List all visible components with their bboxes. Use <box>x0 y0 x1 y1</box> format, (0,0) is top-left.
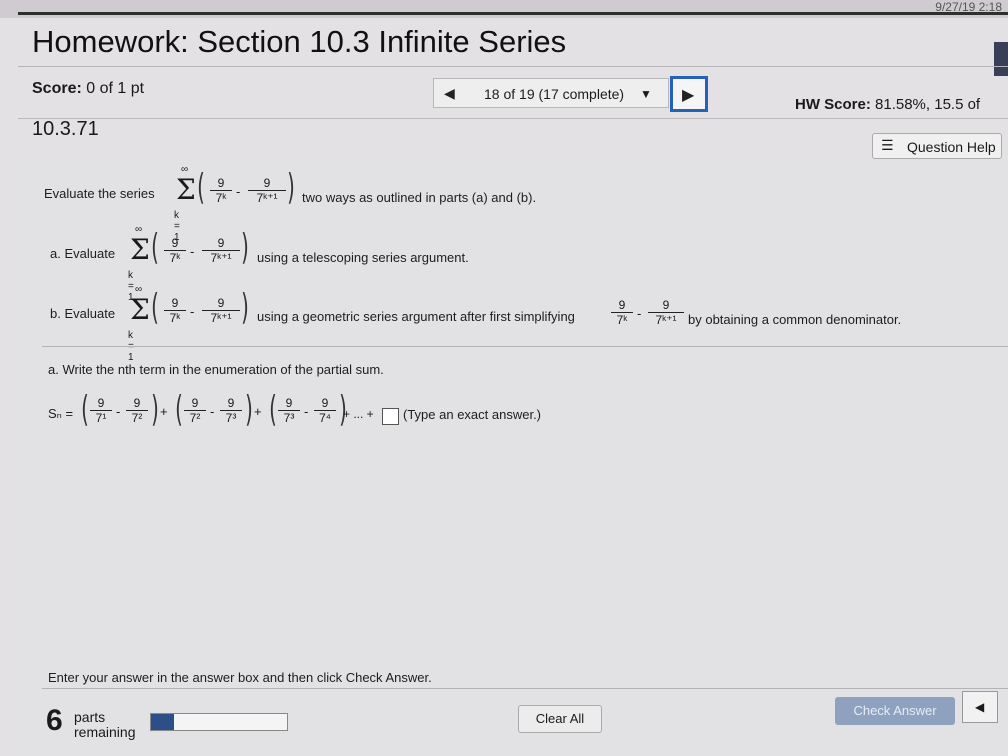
part-a-tail: using a telescoping series argument. <box>257 250 469 265</box>
footer-divider <box>42 688 1008 689</box>
prompt-tail: two ways as outlined in parts (a) and (b… <box>302 190 537 205</box>
section-divider <box>42 346 1008 347</box>
part-b-label: b. Evaluate <box>50 306 116 321</box>
score-value: 0 of 1 pt <box>86 80 145 97</box>
parts-label: parts remaining <box>74 709 136 740</box>
check-answer-button[interactable]: Check Answer <box>835 697 955 725</box>
score: Score: 0 of 1 pt <box>32 80 144 98</box>
instruction: Enter your answer in the answer box and … <box>48 670 432 685</box>
part-b-tail: by obtaining a common denominator. <box>688 312 902 327</box>
question-header-divider <box>18 118 1008 119</box>
part-b-mid: using a geometric series argument after … <box>257 309 575 324</box>
fraction: 9 7³ <box>278 396 300 425</box>
parts-progress-bar <box>150 713 288 731</box>
score-label: Score: <box>32 80 82 97</box>
fraction: 9 7² <box>126 396 148 425</box>
previous-question-icon[interactable]: ◀ <box>444 85 455 102</box>
back-button[interactable]: ◀ <box>962 691 998 723</box>
partial-sum-lhs: Sₙ = <box>48 406 74 421</box>
hw-score-value: 81.58%, 15.5 of <box>875 96 981 113</box>
parts-count: 6 <box>46 704 63 737</box>
fraction: 9 7ᵏ <box>164 236 186 265</box>
paren-right: ) <box>287 167 295 208</box>
chevron-down-icon[interactable]: ▼ <box>640 87 652 101</box>
hw-score: HW Score: 81.58%, 15.5 of <box>795 96 980 113</box>
next-question-button[interactable]: ▶ <box>670 76 708 112</box>
fraction: 9 7¹ <box>90 396 112 425</box>
fraction: 9 7ᵏ⁺¹ <box>648 298 684 327</box>
top-rule <box>18 12 1008 15</box>
parts-progress-fill <box>151 714 175 730</box>
sigma-icon: Σ <box>130 233 150 266</box>
clear-all-button[interactable]: Clear All <box>518 705 602 733</box>
fraction: 9 7ᵏ⁺¹ <box>202 236 240 265</box>
hw-score-label: HW Score: <box>795 96 871 113</box>
fraction: 9 7ᵏ⁺¹ <box>248 176 286 205</box>
header-divider <box>18 66 1008 67</box>
back-arrow-icon: ◀ <box>975 700 985 714</box>
prompt-lead: Evaluate the series <box>44 186 155 201</box>
fraction: 9 7ᵏ <box>611 298 633 327</box>
fraction: 9 7ᵏ <box>210 176 232 205</box>
question-number: 10.3.71 <box>32 118 99 140</box>
part-a-label: a. Evaluate <box>50 246 116 261</box>
fraction: 9 7² <box>184 396 206 425</box>
fraction: 9 7ᵏ⁺¹ <box>202 296 240 325</box>
ellipsis: + ... + <box>343 407 374 421</box>
fraction: 9 7³ <box>220 396 242 425</box>
sub-question: a. Write the nth term in the enumeration… <box>48 362 384 377</box>
question-help-button[interactable]: ☰ Question Help <box>872 133 1002 159</box>
question-navigator[interactable]: ◀ 18 of 19 (17 complete) ▼ <box>433 78 669 108</box>
sigma-icon: Σ <box>130 293 150 326</box>
top-strip: 9/27/19 2:18 <box>0 0 1008 18</box>
side-toggle-button[interactable] <box>994 42 1008 76</box>
fraction: 9 7⁴ <box>314 396 336 425</box>
sigma-icon: Σ <box>176 173 196 206</box>
fraction: 9 7ᵏ <box>164 296 186 325</box>
next-arrow-icon: ▶ <box>682 87 695 104</box>
question-help-label: Question Help <box>907 139 996 155</box>
question-progress[interactable]: 18 of 19 (17 complete) <box>484 86 624 102</box>
list-icon: ☰ <box>881 137 894 153</box>
answer-hint: (Type an exact answer.) <box>403 407 542 422</box>
page-title: Homework: Section 10.3 Infinite Series <box>32 24 567 59</box>
paren-left: ( <box>197 167 205 208</box>
answer-input[interactable] <box>382 408 399 425</box>
